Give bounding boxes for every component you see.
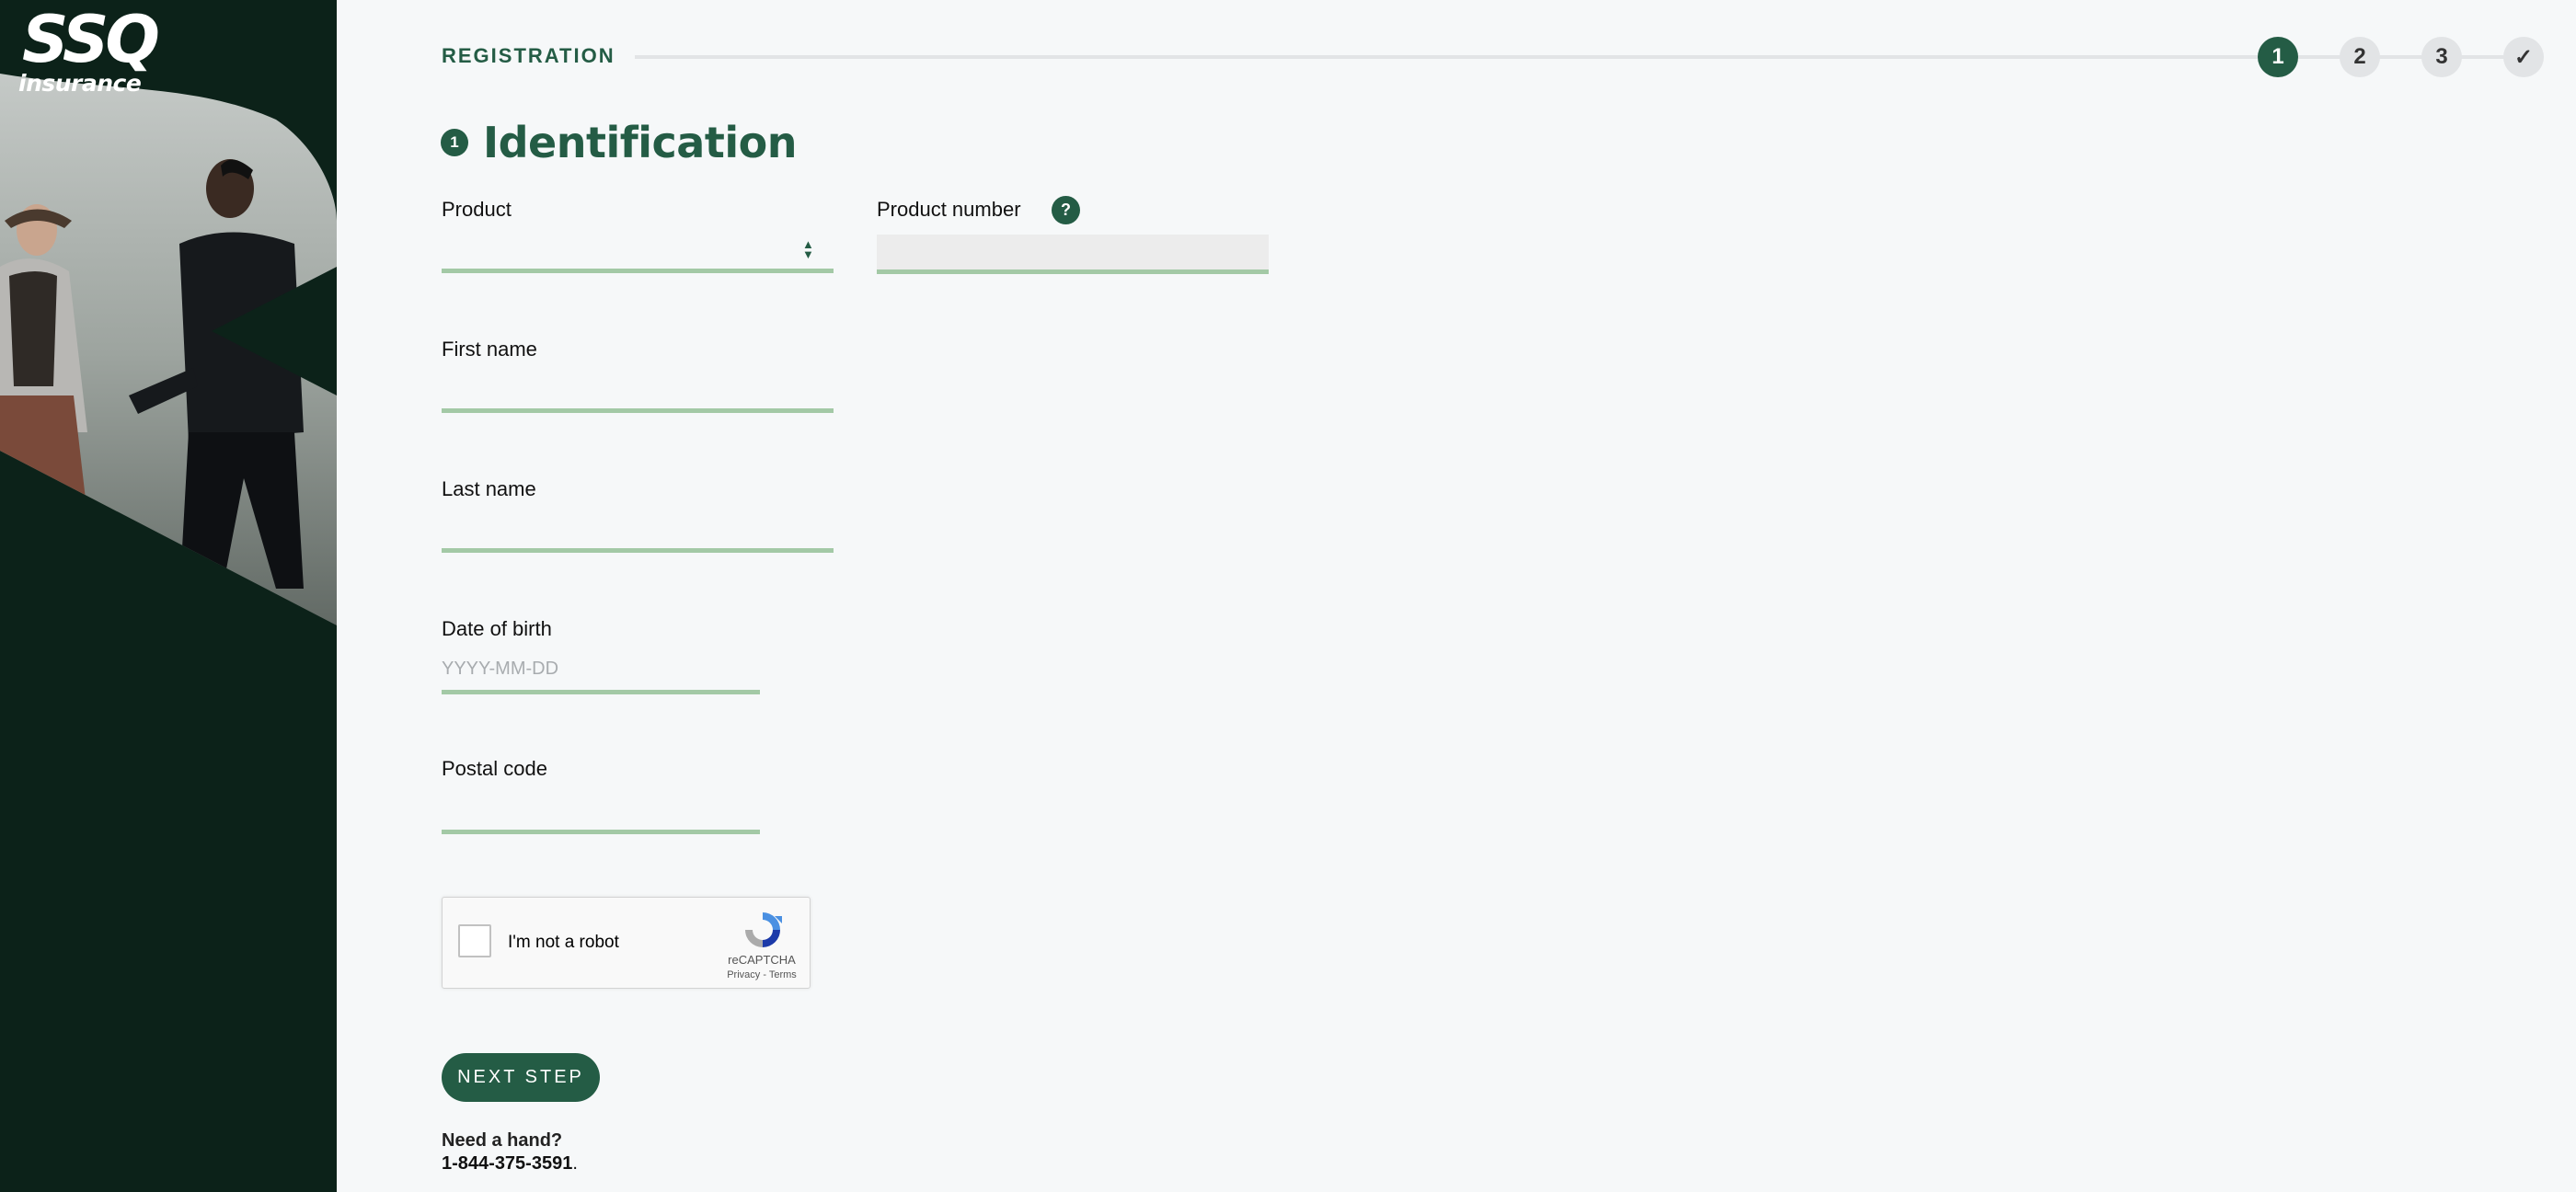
select-arrows-icon: ▲ ▼	[802, 237, 814, 261]
first-name-label: First name	[442, 338, 537, 361]
step-3: 3	[2421, 37, 2462, 77]
product-number-input[interactable]	[877, 235, 1269, 274]
recaptcha-widget: I'm not a robot reCAPTCHA Privacy - Term…	[442, 897, 811, 989]
help-phone-line: 1-844-375-3591.	[442, 1153, 578, 1175]
help-phone-number[interactable]: 1-844-375-3591	[442, 1153, 572, 1174]
recaptcha-links[interactable]: Privacy - Terms	[720, 969, 803, 980]
postal-code-input[interactable]	[442, 793, 760, 834]
postal-code-label: Postal code	[442, 757, 547, 780]
stepper-track	[635, 55, 2530, 59]
step-2: 2	[2340, 37, 2380, 77]
logo-sub: insurance	[18, 70, 142, 97]
help-phone-suffix: .	[572, 1153, 578, 1174]
product-label: Product	[442, 198, 512, 221]
date-of-birth-label: Date of birth	[442, 617, 552, 640]
last-name-label: Last name	[442, 477, 536, 500]
recaptcha-checkbox[interactable]	[458, 924, 491, 957]
date-of-birth-input[interactable]	[442, 653, 760, 694]
step-1: 1	[2258, 37, 2298, 77]
recaptcha-logo-icon	[745, 912, 782, 947]
hero-photo	[0, 74, 337, 625]
last-name-input[interactable]	[442, 511, 834, 553]
step-complete-checkmark: ✓	[2503, 37, 2544, 77]
next-step-button[interactable]: NEXT STEP	[442, 1053, 600, 1102]
section-heading: 1 Identification	[441, 118, 797, 167]
ssq-logo[interactable]: SSQ insurance	[18, 7, 166, 97]
section-number-badge: 1	[441, 129, 468, 156]
recaptcha-brand: reCAPTCHA	[728, 953, 796, 967]
logo-main: SSQ	[22, 2, 160, 77]
recaptcha-label: I'm not a robot	[508, 933, 619, 952]
registration-label: REGISTRATION	[442, 44, 615, 67]
first-name-input[interactable]	[442, 372, 834, 413]
help-question: Need a hand?	[442, 1130, 563, 1151]
sidebar: SSQ insurance	[0, 0, 337, 1192]
help-icon[interactable]: ?	[1052, 196, 1080, 224]
product-number-label: Product number	[877, 198, 1021, 221]
page-title: Identification	[483, 118, 797, 167]
product-select[interactable]	[442, 232, 834, 273]
